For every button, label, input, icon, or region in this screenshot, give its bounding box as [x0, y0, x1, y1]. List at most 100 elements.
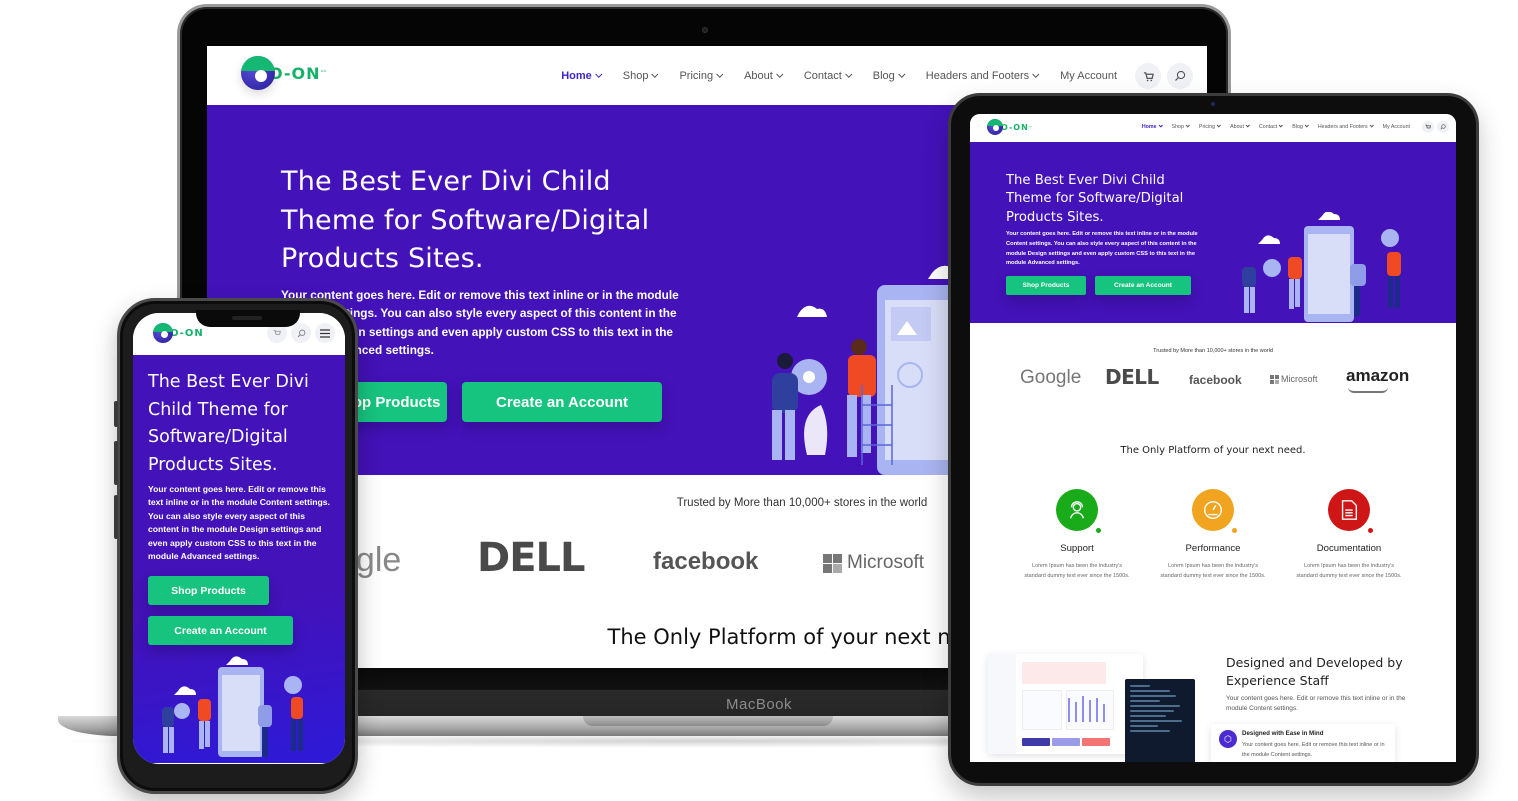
cloud-icon: [1258, 235, 1280, 244]
hero-title: The Best Ever Divi Child Theme for Softw…: [148, 372, 309, 475]
nav-item-blog[interactable]: Blog: [1292, 122, 1309, 130]
platform-title: The Only Platform of your next need.: [1120, 445, 1306, 456]
feature-documentation: Documentation Lorem Ipsum has been the i…: [1294, 489, 1404, 581]
create-account-button[interactable]: Create an Account: [148, 616, 293, 645]
document-icon: [1328, 489, 1373, 533]
nav-item-blog[interactable]: Blog: [873, 70, 906, 82]
chevron-down-icon: [1278, 122, 1284, 127]
microsoft-grid-icon: [1270, 374, 1279, 384]
gear-icon: [1263, 259, 1281, 277]
cloud-icon: [174, 686, 196, 695]
create-account-button[interactable]: Create an Account: [1095, 276, 1191, 295]
phone-side-button: [114, 495, 118, 539]
design-section: Designed and Developed by Experience Sta…: [970, 644, 1456, 762]
design-card-description: Your content goes here. Edit or remove t…: [1242, 742, 1385, 758]
chevron-down-icon: [1158, 122, 1163, 127]
feature-title: Documentation: [1316, 543, 1382, 554]
tablet-camera: [1211, 102, 1215, 106]
cart-icon[interactable]: [1135, 63, 1161, 89]
chevron-down-icon: [1185, 122, 1190, 127]
hamburger-menu-icon[interactable]: [315, 323, 335, 343]
microsoft-logo: Microsoft: [823, 552, 924, 574]
feature-title: Performance: [1185, 543, 1241, 554]
feature-title: Support: [1060, 543, 1094, 554]
nav-item-about[interactable]: About: [1230, 122, 1250, 130]
create-account-button[interactable]: Create an Account: [462, 382, 662, 422]
nav-item-shop[interactable]: Shop: [623, 70, 659, 82]
hero-title: The Best Ever Divi Child Theme for Softw…: [281, 166, 650, 274]
gear-icon: [284, 676, 302, 694]
nav-label: Contact: [803, 70, 842, 82]
design-feature-card: ⬡ Designed with Ease in Mind Your conten…: [1211, 724, 1395, 762]
chevron-down-icon: [898, 70, 906, 78]
nav-label: Home: [561, 70, 592, 82]
microsoft-grid-icon: [823, 553, 842, 573]
nav-item-contact[interactable]: Contact: [803, 70, 853, 82]
nav-item-shop[interactable]: Shop: [1171, 122, 1190, 130]
hero-illustration: [772, 265, 977, 475]
nav-label: Contact: [1258, 124, 1278, 130]
phone-speaker: [232, 316, 262, 320]
feature-performance: Performance Lorem Ipsum has been the ind…: [1158, 489, 1268, 581]
cloud-icon: [226, 656, 248, 665]
search-icon[interactable]: [1437, 121, 1449, 133]
phone-hero-section: The Best Ever Divi Child Theme for Softw…: [133, 355, 345, 763]
nav-label: Shop: [1171, 124, 1184, 130]
microsoft-logo: Microsoft: [1270, 374, 1318, 384]
nav-item-headers-footers[interactable]: Headers and Footers: [925, 70, 1040, 82]
microsoft-label: Microsoft: [1281, 374, 1318, 384]
tablet-site-header: O-ON °° Home Shop Pricing About Contact …: [970, 114, 1456, 142]
shop-products-button[interactable]: Shop Products: [148, 576, 269, 605]
dashboard-mockup-image: [988, 654, 1143, 754]
site-logo[interactable]: O-ON °°: [241, 56, 326, 90]
tablet-hero-section: The Best Ever Divi Child Theme for Softw…: [970, 142, 1456, 323]
chevron-down-icon: [1245, 122, 1250, 127]
nav-label: Headers and Footers: [925, 70, 1030, 82]
nav-item-pricing[interactable]: Pricing: [1198, 122, 1222, 130]
trust-title: Trusted by More than 10,000+ stores in t…: [1153, 348, 1273, 354]
chevron-down-icon: [651, 70, 659, 78]
code-editor-mockup-image: [1125, 679, 1195, 762]
hero-description: Your content goes here. Edit or remove t…: [148, 484, 330, 562]
google-logo: Google: [1020, 367, 1082, 388]
tablet-main-nav: Home Shop Pricing About Contact Blog Hea…: [1142, 121, 1449, 133]
nav-item-pricing[interactable]: Pricing: [679, 70, 724, 82]
hero-title: The Best Ever Divi Child Theme for Softw…: [1006, 173, 1184, 225]
nav-item-about[interactable]: About: [744, 70, 784, 82]
cart-icon[interactable]: [1422, 121, 1434, 133]
site-logo[interactable]: O-ON °°: [987, 119, 1032, 135]
nav-item-contact[interactable]: Contact: [1258, 122, 1284, 130]
logo-superscript: °°: [1028, 124, 1032, 130]
chevron-down-icon: [1216, 122, 1222, 127]
feature-description: Lorem Ipsum has been the industry's stan…: [1024, 563, 1130, 579]
phone-screen: O-ON The Best Ever Divi Child Theme for …: [133, 313, 345, 764]
chevron-down-icon: [716, 70, 724, 78]
logo-mark-icon: [987, 119, 1003, 135]
nav-label: Home: [1141, 124, 1157, 130]
nav-item-headers-footers[interactable]: Headers and Footers: [1318, 122, 1374, 130]
logo-text: O-ON: [1001, 122, 1029, 132]
cloud-icon: [797, 305, 827, 317]
nav-label: Pricing: [679, 70, 714, 82]
dell-logo: DELL: [1105, 365, 1159, 389]
phone-side-button: [114, 401, 118, 427]
search-icon[interactable]: [1167, 63, 1193, 89]
nav-label: Shop: [622, 70, 649, 82]
chevron-down-icon: [1369, 122, 1374, 127]
nav-label: My Account: [1382, 124, 1410, 130]
amazon-smile-icon: [1348, 387, 1388, 393]
nav-item-my-account[interactable]: My Account: [1060, 70, 1117, 82]
nav-item-home[interactable]: Home: [561, 70, 603, 82]
search-icon[interactable]: [291, 323, 311, 343]
nav-label: Pricing: [1198, 124, 1216, 130]
site-logo[interactable]: O-ON: [153, 323, 204, 343]
logo-mark-icon: [241, 56, 275, 90]
shop-products-button[interactable]: Shop Products: [1006, 276, 1086, 295]
feature-support: Support Lorem Ipsum has been the industr…: [1022, 489, 1132, 581]
main-nav: Home Shop Pricing About Contact Blog Hea…: [561, 63, 1193, 89]
nav-label: Blog: [1292, 124, 1303, 130]
person-left: [772, 373, 798, 413]
nav-item-home[interactable]: Home: [1141, 122, 1163, 130]
facebook-logo: facebook: [1189, 373, 1242, 387]
nav-item-my-account[interactable]: My Account: [1383, 124, 1410, 130]
